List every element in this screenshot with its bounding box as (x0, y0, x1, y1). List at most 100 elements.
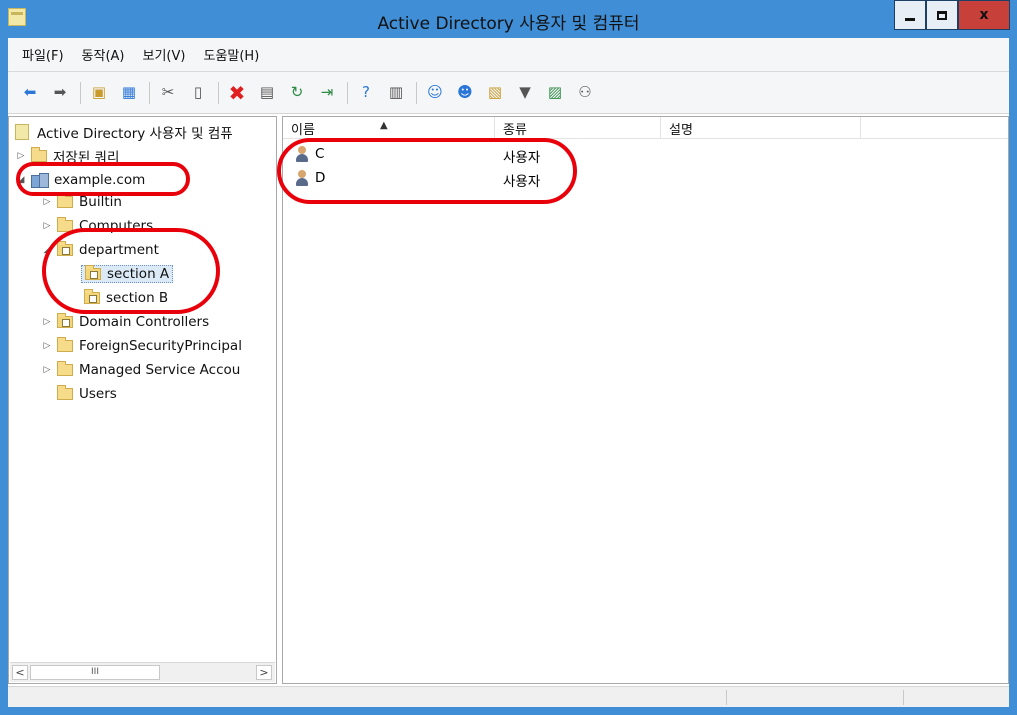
window-title: Active Directory 사용자 및 컴퓨터 (377, 14, 640, 34)
status-divider (903, 690, 904, 705)
show-action-pane-icon[interactable]: ▥ (384, 81, 408, 105)
collapse-icon[interactable]: ◢ (15, 175, 27, 185)
content-panes: Active Directory 사용자 및 컴퓨 ▷ 저장된 쿼리 ◢ exa… (8, 116, 1009, 684)
toolbar: ⬅ ➡ ▣ ▦ ✂ ▯ ✖ ▤ ↻ ⇥ ? ▥ ☺ ☻ ▧ ▼ ▨ ⚇ (8, 72, 1009, 114)
console-tree: Active Directory 사용자 및 컴퓨 ▷ 저장된 쿼리 ◢ exa… (8, 116, 277, 684)
tree-item-managed-service-accounts[interactable]: ▷ Managed Service Accou (41, 359, 240, 381)
folder-icon (57, 193, 73, 208)
filter-icon[interactable]: ▼ (513, 81, 537, 105)
help-icon[interactable]: ? (354, 81, 378, 105)
user-name: C (315, 146, 325, 162)
expand-icon[interactable]: ▷ (41, 365, 53, 375)
tree-item-label: Computers (79, 218, 154, 234)
delete-icon[interactable]: ✖ (225, 81, 249, 105)
domain-icon (31, 173, 49, 188)
scroll-right-button[interactable]: > (256, 665, 272, 680)
toolbar-separator (416, 81, 417, 104)
tree-item-builtin[interactable]: ▷ Builtin (41, 191, 122, 213)
menu-action[interactable]: 동작(A) (82, 45, 125, 64)
menu-help[interactable]: 도움말(H) (203, 45, 259, 64)
expand-icon[interactable]: ▷ (41, 221, 53, 231)
tree-item-label: 저장된 쿼리 (53, 150, 120, 166)
name-cell: D (295, 170, 325, 186)
ou-icon (57, 313, 73, 328)
tree-item-label: department (79, 242, 159, 258)
collapse-icon[interactable]: ◢ (41, 245, 53, 255)
minimize-button[interactable] (894, 0, 926, 30)
tree-item-label: section B (106, 290, 169, 306)
user-icon (295, 146, 309, 162)
scroll-thumb[interactable]: III (30, 665, 160, 680)
create-group-icon[interactable]: ☻ (453, 81, 477, 105)
details-pane: 이름 ▲ 종류 설명 C 사용자 D 사용자 (282, 116, 1009, 684)
menu-view[interactable]: 보기(V) (143, 45, 186, 64)
forward-arrow-icon[interactable]: ➡ (48, 81, 72, 105)
tree-item-label: section A (107, 266, 170, 282)
folder-icon (57, 385, 73, 400)
list-item[interactable]: C 사용자 (283, 143, 1008, 167)
show-console-tree-icon[interactable]: ▦ (117, 81, 141, 105)
tree-item-label: Users (79, 386, 117, 402)
tree-item-label: example.com (54, 172, 146, 188)
active-directory-icon (15, 124, 29, 140)
expand-icon[interactable]: ▷ (15, 151, 27, 161)
cut-icon[interactable]: ✂ (156, 81, 180, 105)
properties-icon[interactable]: ▤ (255, 81, 279, 105)
list-header: 이름 ▲ 종류 설명 (283, 117, 1008, 139)
tree-item-saved-queries[interactable]: ▷ 저장된 쿼리 (15, 145, 119, 167)
tree-root-label: Active Directory 사용자 및 컴퓨 (37, 126, 233, 142)
name-cell: C (295, 146, 324, 162)
close-button[interactable]: x (958, 0, 1010, 30)
selected-node: section A (81, 265, 174, 283)
type-cell: 사용자 (503, 174, 541, 190)
tree-item-computers[interactable]: ▷ Computers (41, 215, 153, 237)
tree-item-example-com[interactable]: ◢ example.com (15, 169, 145, 191)
column-label: 설명 (669, 122, 693, 138)
menu-bar: 파일(F) 동작(A) 보기(V) 도움말(H) (8, 38, 1009, 72)
expand-icon[interactable]: ▷ (41, 317, 53, 327)
folder-icon (31, 147, 47, 162)
copy-icon[interactable]: ▯ (186, 81, 210, 105)
tree-item-section-b[interactable]: section B (84, 287, 168, 309)
ou-icon (85, 265, 101, 280)
menu-file[interactable]: 파일(F) (22, 45, 64, 64)
toolbar-separator (218, 81, 219, 104)
tree-item-users[interactable]: Users (57, 383, 117, 405)
column-header-name[interactable]: 이름 ▲ (283, 117, 495, 139)
expand-icon[interactable]: ▷ (41, 197, 53, 207)
refresh-icon[interactable]: ↻ (285, 81, 309, 105)
expand-icon[interactable]: ▷ (41, 341, 53, 351)
tree-item-domain-controllers[interactable]: ▷ Domain Controllers (41, 311, 209, 333)
up-folder-icon[interactable]: ▣ (87, 81, 111, 105)
export-list-icon[interactable]: ⇥ (315, 81, 339, 105)
list-item[interactable]: D 사용자 (283, 167, 1008, 191)
create-user-icon[interactable]: ☺ (423, 81, 447, 105)
status-bar (8, 686, 1009, 707)
horizontal-scrollbar[interactable]: < III > (10, 662, 275, 682)
tree-item-foreign-security-principals[interactable]: ▷ ForeignSecurityPrincipal (41, 335, 242, 357)
create-ou-icon[interactable]: ▧ (483, 81, 507, 105)
back-arrow-icon[interactable]: ⬅ (18, 81, 42, 105)
title-bar[interactable]: Active Directory 사용자 및 컴퓨터 x (0, 0, 1017, 38)
tree-item-department[interactable]: ◢ department (41, 239, 159, 261)
client-area: 파일(F) 동작(A) 보기(V) 도움말(H) ⬅ ➡ ▣ ▦ ✂ ▯ ✖ ▤… (8, 38, 1009, 707)
tree-root[interactable]: Active Directory 사용자 및 컴퓨 (15, 121, 233, 143)
type-cell: 사용자 (503, 150, 541, 166)
tree-item-section-a[interactable]: section A (81, 263, 174, 285)
column-header-description[interactable]: 설명 (661, 117, 861, 139)
add-to-group-icon[interactable]: ▨ (543, 81, 567, 105)
toolbar-separator (80, 81, 81, 104)
toolbar-separator (347, 81, 348, 104)
close-icon: x (979, 7, 989, 23)
scroll-left-button[interactable]: < (12, 665, 28, 680)
maximize-button[interactable] (926, 0, 958, 30)
user-name: D (315, 170, 326, 186)
toolbar-separator (149, 81, 150, 104)
delegate-control-icon[interactable]: ⚇ (573, 81, 597, 105)
column-label: 이름 (291, 122, 315, 138)
folder-icon (57, 217, 73, 232)
minimize-icon (905, 17, 915, 21)
column-header-type[interactable]: 종류 (495, 117, 661, 139)
ou-icon (84, 289, 100, 304)
folder-icon (57, 361, 73, 376)
